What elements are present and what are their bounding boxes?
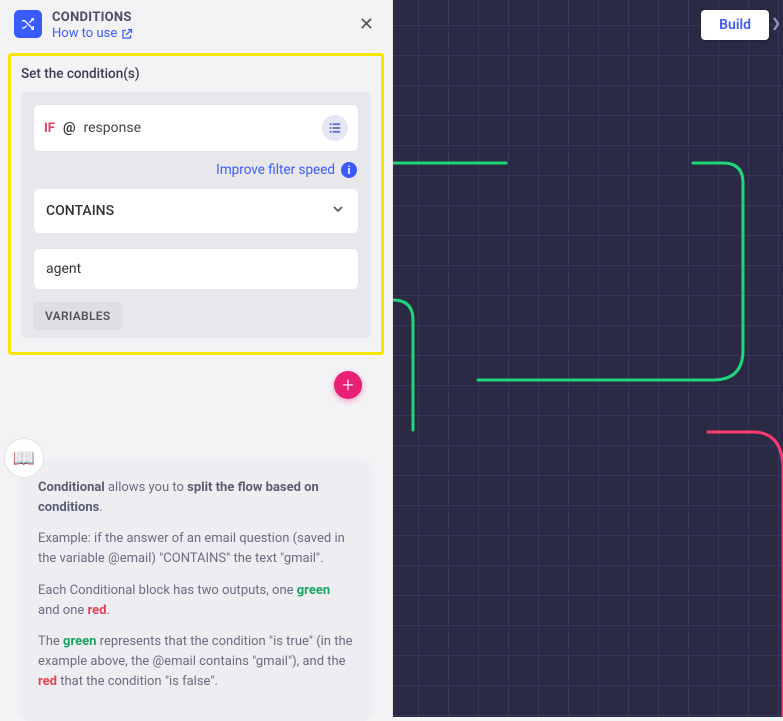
close-panel-button[interactable]: ✕ bbox=[355, 12, 378, 38]
shuffle-icon bbox=[14, 10, 42, 38]
if-keyword: IF bbox=[44, 121, 55, 136]
condition-variable-field[interactable]: IF @ response bbox=[33, 104, 359, 152]
flow-canvas[interactable]: Build ❯ 📝 Ask a question @response + ✕ 🗣… bbox=[393, 0, 783, 717]
chevron-down-icon bbox=[330, 201, 346, 221]
variable-picker-button[interactable] bbox=[322, 115, 348, 141]
panel-title: CONDITIONS bbox=[52, 10, 345, 25]
panel-header: CONDITIONS How to use ✕ bbox=[0, 0, 392, 49]
add-condition-button[interactable]: + bbox=[334, 371, 362, 399]
at-symbol: @ bbox=[63, 120, 76, 136]
section-label: Set the condition(s) bbox=[21, 66, 371, 82]
operator-select[interactable]: CONTAINS bbox=[33, 188, 359, 234]
variables-button[interactable]: VARIABLES bbox=[33, 302, 122, 330]
value-input[interactable]: agent bbox=[33, 248, 359, 290]
book-icon: 📖 bbox=[4, 438, 44, 478]
chevron-right-icon: ❯ bbox=[771, 16, 781, 30]
build-button[interactable]: Build bbox=[701, 10, 769, 40]
conditions-section: Set the condition(s) IF @ response Impro… bbox=[8, 53, 384, 355]
help-card: Conditional allows you to split the flow… bbox=[20, 460, 372, 721]
improve-filter-link[interactable]: Improve filter speed i bbox=[33, 162, 357, 178]
flow-connectors bbox=[393, 0, 783, 717]
variable-name: response bbox=[84, 120, 142, 136]
info-icon: i bbox=[341, 162, 357, 178]
condition-card: IF @ response Improve filter speed i CON… bbox=[21, 92, 371, 338]
config-panel: CONDITIONS How to use ✕ Set the conditio… bbox=[0, 0, 393, 717]
how-to-use-link[interactable]: How to use bbox=[52, 26, 133, 41]
